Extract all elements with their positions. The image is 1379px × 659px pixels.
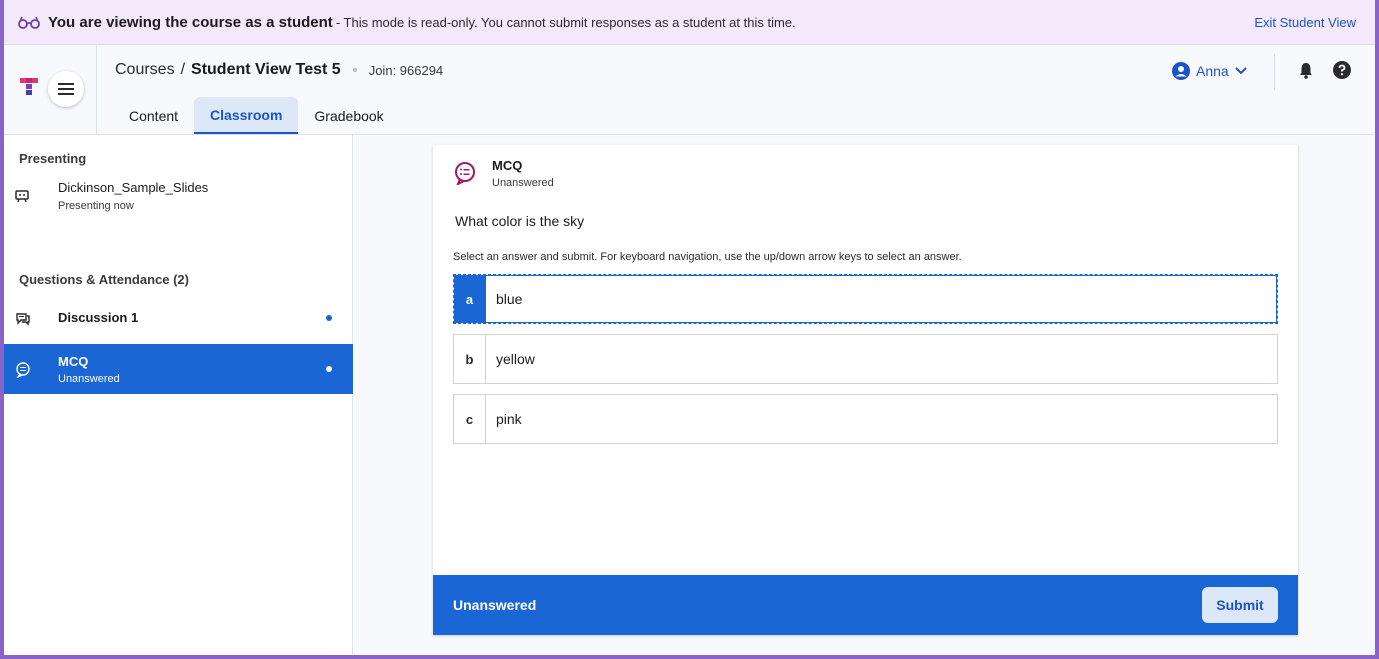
unread-dot [326,366,332,372]
tab-gradebook[interactable]: Gradebook [298,97,399,134]
submit-button[interactable]: Submit [1202,587,1278,623]
exit-student-view-link[interactable]: Exit Student View [1254,15,1356,30]
join-code: Join: 966294 [368,62,444,78]
mcq-icon [455,162,475,185]
sidebar-item-status: Unanswered [58,373,120,385]
question-instructions: Select an answer and submit. For keyboar… [453,251,962,263]
breadcrumb-separator: / [180,61,186,78]
presenting-heading: Presenting [19,151,87,166]
course-title: Student View Test 5 [191,61,341,78]
hamburger-menu-button[interactable] [48,71,84,107]
tab-classroom[interactable]: Classroom [194,97,299,134]
presentation-status: Presenting now [58,200,134,212]
sidebar-item-mcq[interactable]: MCQ Unanswered [4,344,353,394]
questions-heading: Questions & Attendance (2) [19,272,189,287]
answer-option-b[interactable]: b yellow [453,334,1278,384]
question-type: MCQ [492,158,523,173]
tab-content[interactable]: Content [113,97,194,134]
separator-dot [352,68,357,72]
student-view-banner: You are viewing the course as a student … [4,0,1375,45]
question-text: What color is the sky [455,213,585,229]
course-header: Courses / Student View Test 5 Join: 9662… [4,45,1375,135]
logo-column [4,45,97,134]
user-avatar-icon [1172,62,1190,80]
app-window: You are viewing the course as a student … [4,0,1375,655]
banner-strong-text: You are viewing the course as a student [48,13,333,31]
mcq-icon [16,362,30,378]
presentation-item[interactable]: Dickinson_Sample_Slides Presenting now [4,175,353,215]
option-letter: b [454,335,486,383]
bell-icon[interactable] [1297,61,1315,79]
banner-text: - This mode is read-only. You cannot sub… [335,14,796,30]
sidebar-item-label: MCQ [58,354,89,369]
answer-option-a[interactable]: a blue [453,274,1278,324]
app-logo [20,78,38,95]
option-letter: a [454,275,486,323]
breadcrumb-courses-link[interactable]: Courses [115,61,175,79]
presentation-icon [15,190,29,203]
option-label: pink [496,411,522,427]
sidebar-item-discussion-1[interactable]: Discussion 1 [4,295,353,341]
user-menu-button[interactable]: Anna [1172,62,1247,80]
user-name: Anna [1196,63,1229,79]
question-card: MCQ Unanswered What color is the sky Sel… [433,145,1298,635]
answer-option-c[interactable]: c pink [453,394,1278,444]
option-label: blue [496,291,523,307]
glasses-icon [18,16,40,29]
option-letter: c [454,395,486,443]
classroom-sidebar: Presenting Dickinson_Sample_Slides Prese… [4,135,353,655]
option-label: yellow [496,351,535,367]
menu-icon [58,83,74,95]
chevron-down-icon [1234,67,1247,75]
presentation-name: Dickinson_Sample_Slides [58,180,209,195]
question-status: Unanswered [492,177,554,189]
breadcrumb: Courses / Student View Test 5 Join: 9662… [115,61,443,79]
footer-status: Unanswered [453,597,537,613]
header-divider [1274,54,1275,90]
course-tabs: Content Classroom Gradebook [113,97,400,134]
question-footer: Unanswered Submit [433,575,1298,635]
sidebar-item-label: Discussion 1 [58,310,139,325]
unread-dot [326,315,332,321]
main-content: MCQ Unanswered What color is the sky Sel… [354,135,1375,655]
discussion-icon [16,313,30,326]
help-icon[interactable] [1333,61,1351,79]
